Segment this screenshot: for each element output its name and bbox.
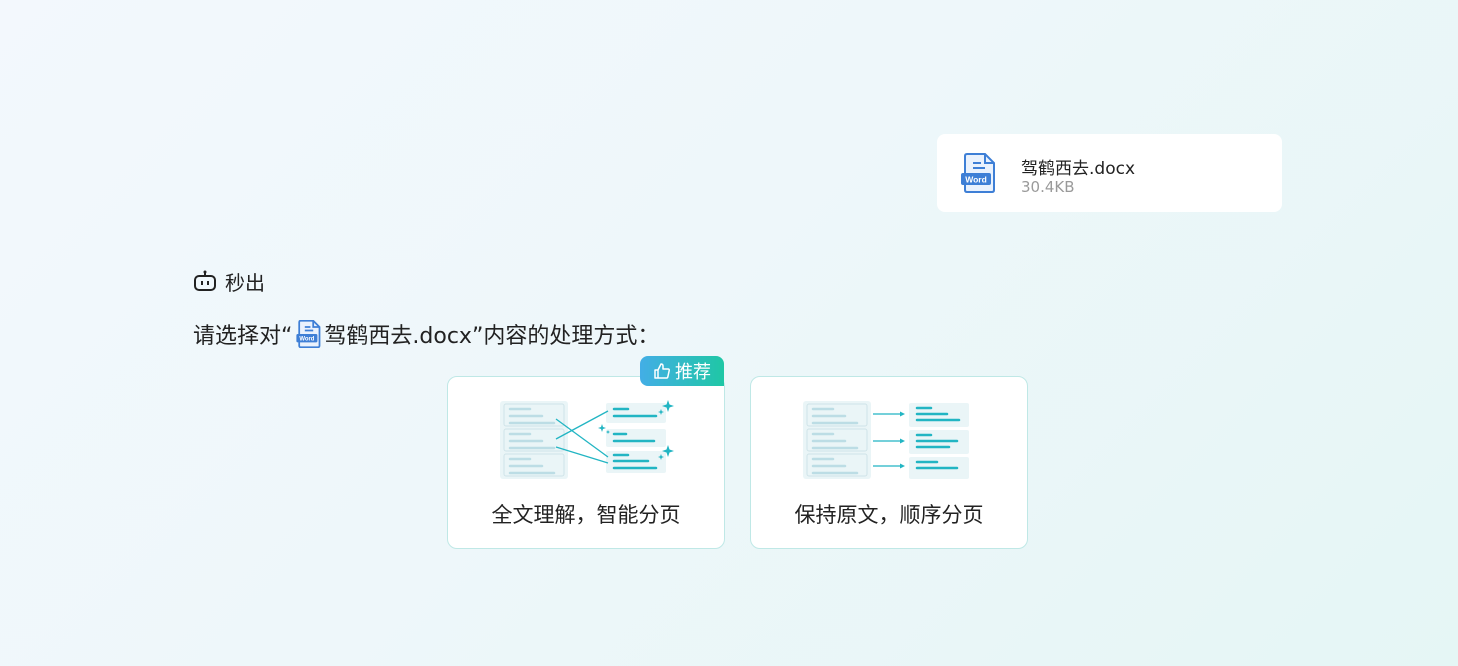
badge-label: 推荐 — [675, 362, 711, 383]
option-sequential-pagination[interactable]: 保持原文，顺序分页 — [750, 376, 1028, 549]
option-label: 保持原文，顺序分页 — [794, 503, 984, 527]
smart-pagination-illustration — [500, 400, 674, 479]
recommended-badge: 推荐 — [640, 356, 724, 386]
prompt-suffix: ”内容的处理方式： — [471, 324, 660, 349]
option-smart-pagination[interactable]: 全文理解，智能分页 — [447, 376, 725, 549]
word-file-icon: Word — [296, 320, 321, 348]
svg-text:Word: Word — [300, 337, 315, 343]
assistant-name: 秒出 — [225, 270, 265, 295]
robot-icon — [194, 270, 216, 291]
file-size: 30.4KB — [1021, 178, 1075, 196]
prompt-text: 请选择对“ Word 驾鹤西去.docx ”内容的处理方式： — [193, 318, 659, 350]
svg-text:Word: Word — [965, 175, 987, 185]
prompt-prefix: 请选择对“ — [193, 324, 293, 349]
thumbs-up-icon — [654, 363, 670, 379]
uploaded-file-card[interactable]: Word 驾鹤西去.docx 30.4KB — [937, 134, 1282, 212]
file-name: 驾鹤西去.docx — [1021, 159, 1136, 179]
option-label: 全文理解，智能分页 — [491, 503, 681, 527]
word-file-icon: Word — [961, 153, 995, 193]
assistant-header: 秒出 — [193, 268, 265, 295]
prompt-file-name: 驾鹤西去.docx — [324, 324, 472, 349]
sequential-pagination-illustration — [803, 401, 969, 479]
